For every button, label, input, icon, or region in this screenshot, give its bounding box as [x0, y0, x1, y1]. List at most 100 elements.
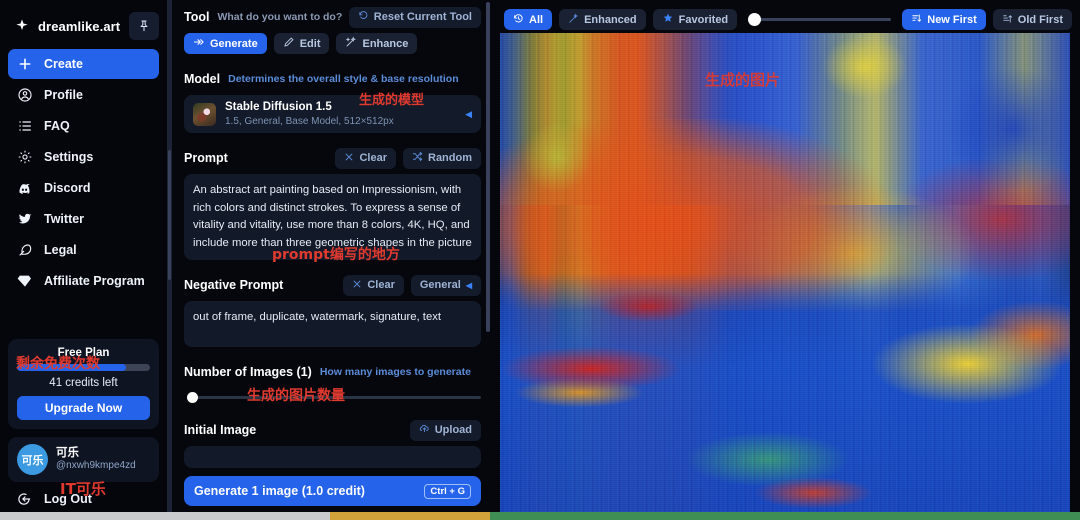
wand-icon — [345, 36, 357, 51]
tool-mode-edit[interactable]: Edit — [273, 33, 330, 54]
plan-credits: 41 credits left — [49, 377, 118, 389]
taskbar-segment-right — [490, 512, 1080, 520]
list-icon — [16, 118, 33, 135]
model-meta: 1.5, General, Base Model, 512×512px — [225, 115, 394, 127]
model-thumbnail — [193, 102, 216, 126]
generate-button[interactable]: Generate 1 image (1.0 credit) Ctrl + G — [184, 476, 481, 506]
model-selector[interactable]: Stable Diffusion 1.5 1.5, General, Base … — [184, 93, 481, 133]
sidebar-item-label: FAQ — [44, 118, 70, 133]
artwork-grain — [500, 33, 1070, 512]
negative-prompt-clear-button[interactable]: Clear — [343, 274, 404, 296]
initial-image-header: Initial Image Upload — [184, 419, 481, 441]
prompt-title: Prompt — [184, 151, 228, 165]
reset-current-tool-button[interactable]: Reset Current Tool — [348, 6, 481, 28]
sidebar-scrollbar-thumb[interactable] — [168, 150, 171, 280]
gallery-sort-old-first[interactable]: Old First — [992, 9, 1072, 30]
diamond-icon — [16, 273, 33, 290]
prompt-clear-button[interactable]: Clear — [335, 147, 396, 169]
taskbar-segment-mid — [330, 512, 490, 520]
number-of-images-title: Number of Images (1) — [184, 365, 312, 379]
gallery-filter-all[interactable]: All — [504, 9, 553, 30]
model-subtitle: Determines the overall style & base reso… — [228, 73, 459, 85]
gear-icon — [16, 149, 33, 166]
tool-mode-generate[interactable]: Generate — [184, 33, 267, 54]
gallery-toolbar: All Enhanced Favorited New First Old Fir… — [496, 0, 1080, 33]
app-root: dreamlike.art Create Profile FAQ Setting… — [0, 0, 1080, 520]
annotation-model: 生成的模型 — [359, 93, 425, 108]
negative-prompt-preset-select[interactable]: General ◀ — [410, 274, 481, 296]
user-card[interactable]: 可乐 可乐 @nxwh9kmpe4zd — [8, 437, 159, 482]
sidebar-item-twitter[interactable]: Twitter — [8, 204, 159, 234]
chevron-left-icon[interactable]: ◀ — [465, 109, 472, 120]
sidebar-item-create[interactable]: Create — [8, 49, 159, 79]
negative-prompt-clear-label: Clear — [367, 279, 395, 291]
sidebar-nav: Create Profile FAQ Settings Discord Twit… — [8, 49, 159, 296]
arrows-right-icon — [193, 36, 205, 51]
annotation-number-of-images: 生成的图片数量 — [247, 388, 345, 404]
user-handle: @nxwh9kmpe4zd — [56, 460, 136, 472]
sparkle-icon — [14, 18, 30, 34]
sidebar-item-legal[interactable]: Legal — [8, 235, 159, 265]
sidebar-item-profile[interactable]: Profile — [8, 80, 159, 110]
gallery-zoom-slider[interactable] — [748, 12, 892, 28]
user-circle-icon — [16, 87, 33, 104]
pin-icon[interactable] — [129, 12, 159, 40]
gallery-sort-new-first[interactable]: New First — [902, 9, 986, 30]
number-of-images-header: Number of Images (1) How many images to … — [184, 361, 481, 383]
reset-current-tool-label: Reset Current Tool — [373, 11, 472, 23]
os-taskbar — [0, 512, 1080, 520]
gallery-panel: All Enhanced Favorited New First Old Fir… — [496, 0, 1080, 512]
plan-card: Free Plan 41 credits left Upgrade Now 剩余… — [8, 339, 159, 429]
negative-prompt-input[interactable]: out of frame, duplicate, watermark, sign… — [184, 301, 481, 347]
prompt-random-label: Random — [428, 152, 472, 164]
annotation-generated-image: 生成的图片 — [705, 71, 781, 89]
composer-scrollbar-thumb[interactable] — [486, 2, 490, 332]
upgrade-now-button[interactable]: Upgrade Now — [17, 396, 150, 420]
logout-icon — [16, 491, 33, 508]
slider-thumb[interactable] — [187, 391, 198, 403]
tool-mode-enhance[interactable]: Enhance — [336, 33, 418, 54]
number-of-images-slider[interactable]: 生成的图片数量 — [184, 388, 481, 405]
twitter-icon — [16, 211, 33, 228]
generated-image[interactable]: 生成的图片 — [500, 33, 1070, 512]
upload-icon — [419, 423, 430, 437]
prompt-clear-label: Clear — [359, 152, 387, 164]
upload-label: Upload — [434, 424, 472, 436]
gallery-filter-favorited[interactable]: Favorited — [652, 9, 738, 30]
feather-icon — [16, 242, 33, 259]
initial-image-input[interactable] — [184, 446, 481, 468]
sidebar-item-label: Legal — [44, 242, 77, 257]
sidebar-item-discord[interactable]: Discord — [8, 173, 159, 203]
initial-image-title: Initial Image — [184, 423, 257, 437]
sidebar-item-label: Create — [44, 56, 83, 71]
gallery-zoom-track — [754, 18, 892, 21]
star-icon — [662, 12, 674, 27]
annotation-plan-credits: 剩余免费次数 — [16, 356, 100, 372]
model-title: Model — [184, 72, 221, 86]
sidebar-item-label: Discord — [44, 180, 91, 195]
sidebar-item-faq[interactable]: FAQ — [8, 111, 159, 141]
gallery-filter-enhanced[interactable]: Enhanced — [559, 9, 646, 30]
sidebar-item-affiliate-program[interactable]: Affiliate Program — [8, 266, 159, 296]
negative-prompt-section-header: Negative Prompt Clear General ◀ — [184, 274, 481, 296]
tool-mode-label: Enhance — [362, 37, 409, 50]
negative-prompt-preset-label: General — [419, 279, 461, 291]
number-of-images-subtitle: How many images to generate — [319, 366, 471, 378]
sidebar-item-label: Twitter — [44, 211, 85, 226]
model-section-header: Model Determines the overall style & bas… — [184, 68, 481, 90]
sidebar-item-label: Profile — [44, 87, 83, 102]
prompt-random-button[interactable]: Random — [403, 147, 481, 169]
upload-button[interactable]: Upload — [409, 419, 481, 441]
sidebar-item-label: Affiliate Program — [44, 273, 145, 288]
artwork — [500, 33, 1070, 512]
gallery-filter-label: Enhanced — [584, 13, 637, 26]
gallery-zoom-thumb[interactable] — [748, 13, 762, 26]
tool-mode-label: Edit — [299, 37, 321, 50]
sidebar-item-settings[interactable]: Settings — [8, 142, 159, 172]
brand-name: dreamlike.art — [38, 18, 121, 34]
avatar: 可乐 — [17, 444, 48, 475]
chevron-left-icon: ◀ — [465, 280, 472, 290]
wand-icon — [568, 12, 579, 27]
tool-subtitle: What do you want to do? — [217, 11, 343, 23]
